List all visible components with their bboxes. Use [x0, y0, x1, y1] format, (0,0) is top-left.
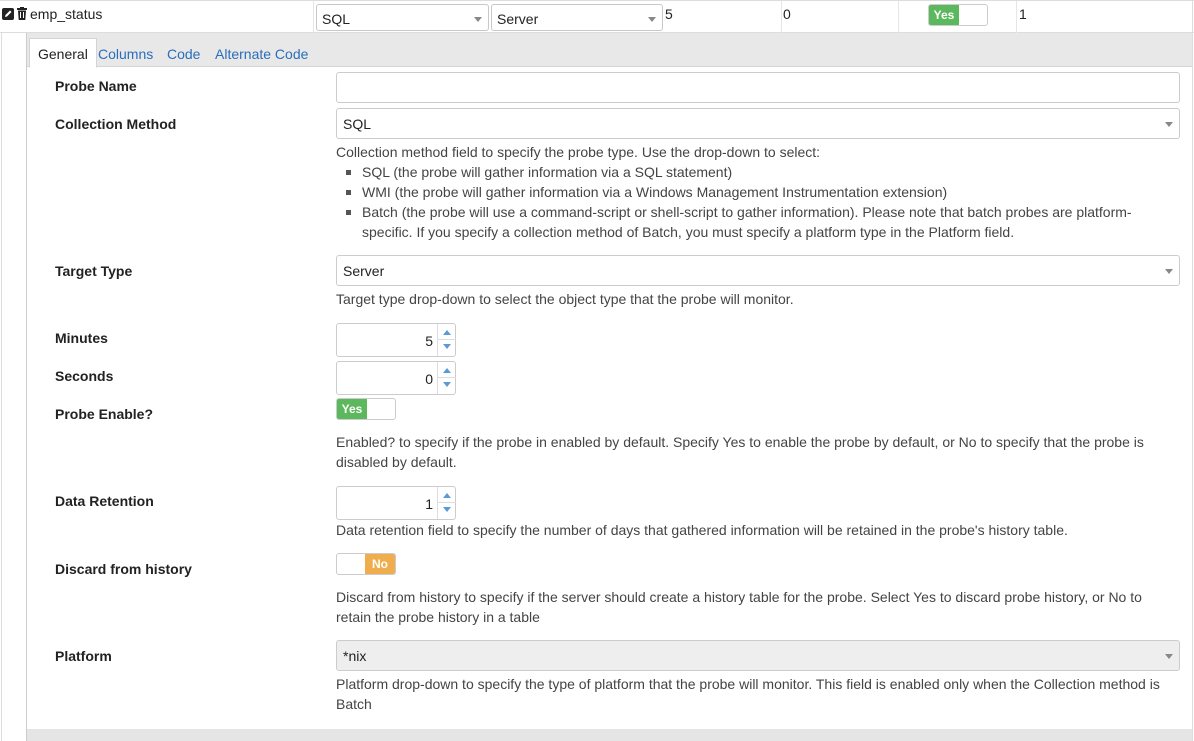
probe-name-label: Probe Name — [55, 78, 137, 94]
minutes-value: 5 — [425, 333, 433, 349]
chevron-down-icon — [474, 17, 482, 22]
discard-history-help: Discard from history to specify if the s… — [336, 589, 1142, 625]
chevron-down-icon — [1165, 122, 1173, 127]
seconds-value: 0 — [425, 371, 433, 387]
target-type-help: Target type drop-down to select the obje… — [336, 291, 794, 307]
tab-alternate-code[interactable]: Alternate Code — [207, 40, 316, 67]
left-rail — [1, 33, 2, 741]
row-actions — [2, 7, 28, 23]
minutes-stepper-buttons — [437, 324, 456, 356]
collection-method-select[interactable]: SQL — [336, 108, 1180, 139]
row-data-retention: 1 — [1019, 6, 1027, 22]
edit-icon[interactable] — [2, 7, 14, 20]
probe-enable-toggle[interactable]: Yes — [336, 398, 396, 420]
data-retention-value: 1 — [425, 496, 433, 512]
chevron-down-icon — [1165, 654, 1173, 659]
spinner-down-icon[interactable] — [443, 344, 451, 349]
list-item: WMI (the probe will gather information v… — [346, 182, 1166, 202]
target-type-value: Server — [343, 263, 385, 279]
list-item: SQL (the probe will gather information v… — [346, 162, 1166, 182]
collection-method-help-intro: Collection method field to specify the p… — [336, 144, 821, 160]
spinner-down-icon[interactable] — [443, 507, 451, 512]
chevron-down-icon — [1165, 269, 1173, 274]
right-rail — [1192, 0, 1193, 741]
probe-name-input[interactable] — [336, 72, 1180, 103]
data-retention-stepper-buttons — [437, 487, 456, 519]
tab-bar: General Columns Code Alternate Code — [27, 33, 1193, 68]
collection-method-value: SQL — [343, 116, 372, 132]
toggle-yes-label: Yes — [929, 5, 959, 25]
spinner-up-icon[interactable] — [443, 493, 451, 498]
data-retention-label: Data Retention — [55, 493, 154, 509]
probe-grid-row: emp_status SQL Server 5 0 Yes 1 — [0, 0, 1194, 34]
collection-method-help-list: SQL (the probe will gather information v… — [336, 162, 1166, 242]
platform-select[interactable]: *nix — [336, 640, 1180, 671]
seconds-label: Seconds — [55, 368, 114, 384]
discard-history-toggle[interactable]: No — [336, 553, 396, 575]
row-target-type-value: Server — [497, 11, 539, 27]
row-collection-method-select[interactable]: SQL — [316, 4, 489, 31]
platform-label: Platform — [55, 648, 112, 664]
probe-detail-panel: General Columns Code Alternate Code Prob… — [26, 33, 1193, 741]
row-seconds: 0 — [783, 6, 791, 22]
probe-enable-label: Probe Enable? — [55, 406, 154, 422]
minutes-label: Minutes — [55, 330, 108, 346]
toggle-no-label: No — [365, 554, 395, 574]
spinner-down-icon[interactable] — [443, 382, 451, 387]
platform-help: Platform drop-down to specify the type o… — [336, 676, 1160, 712]
tab-general[interactable]: General — [29, 38, 97, 68]
discard-history-label: Discard from history — [55, 561, 192, 577]
tab-code[interactable]: Code — [159, 40, 208, 67]
collection-method-label: Collection Method — [55, 116, 177, 132]
list-item: Batch (the probe will use a command-scri… — [346, 202, 1166, 242]
row-minutes: 5 — [665, 6, 673, 22]
chevron-down-icon — [648, 17, 656, 22]
toggle-yes-label: Yes — [337, 399, 367, 419]
row-enabled-toggle[interactable]: Yes — [928, 4, 988, 26]
data-retention-help: Data retention field to specify the numb… — [336, 522, 1068, 538]
platform-value: *nix — [343, 648, 367, 664]
seconds-stepper-buttons — [437, 362, 456, 394]
row-target-type-select[interactable]: Server — [491, 4, 663, 31]
minutes-stepper[interactable]: 5 — [336, 323, 456, 357]
collection-method-help: Collection method field to specify the p… — [336, 142, 1166, 242]
tab-columns[interactable]: Columns — [90, 40, 161, 67]
trash-icon[interactable] — [16, 7, 28, 20]
target-type-label: Target Type — [55, 263, 133, 279]
spinner-up-icon[interactable] — [443, 368, 451, 373]
data-retention-stepper[interactable]: 1 — [336, 486, 456, 520]
panel-footer-bar — [27, 729, 1193, 741]
spinner-up-icon[interactable] — [443, 330, 451, 335]
probe-enable-help: Enabled? to specify if the probe in enab… — [336, 434, 1144, 470]
target-type-select[interactable]: Server — [336, 255, 1180, 286]
seconds-stepper[interactable]: 0 — [336, 361, 456, 395]
row-collection-method-value: SQL — [322, 11, 351, 27]
